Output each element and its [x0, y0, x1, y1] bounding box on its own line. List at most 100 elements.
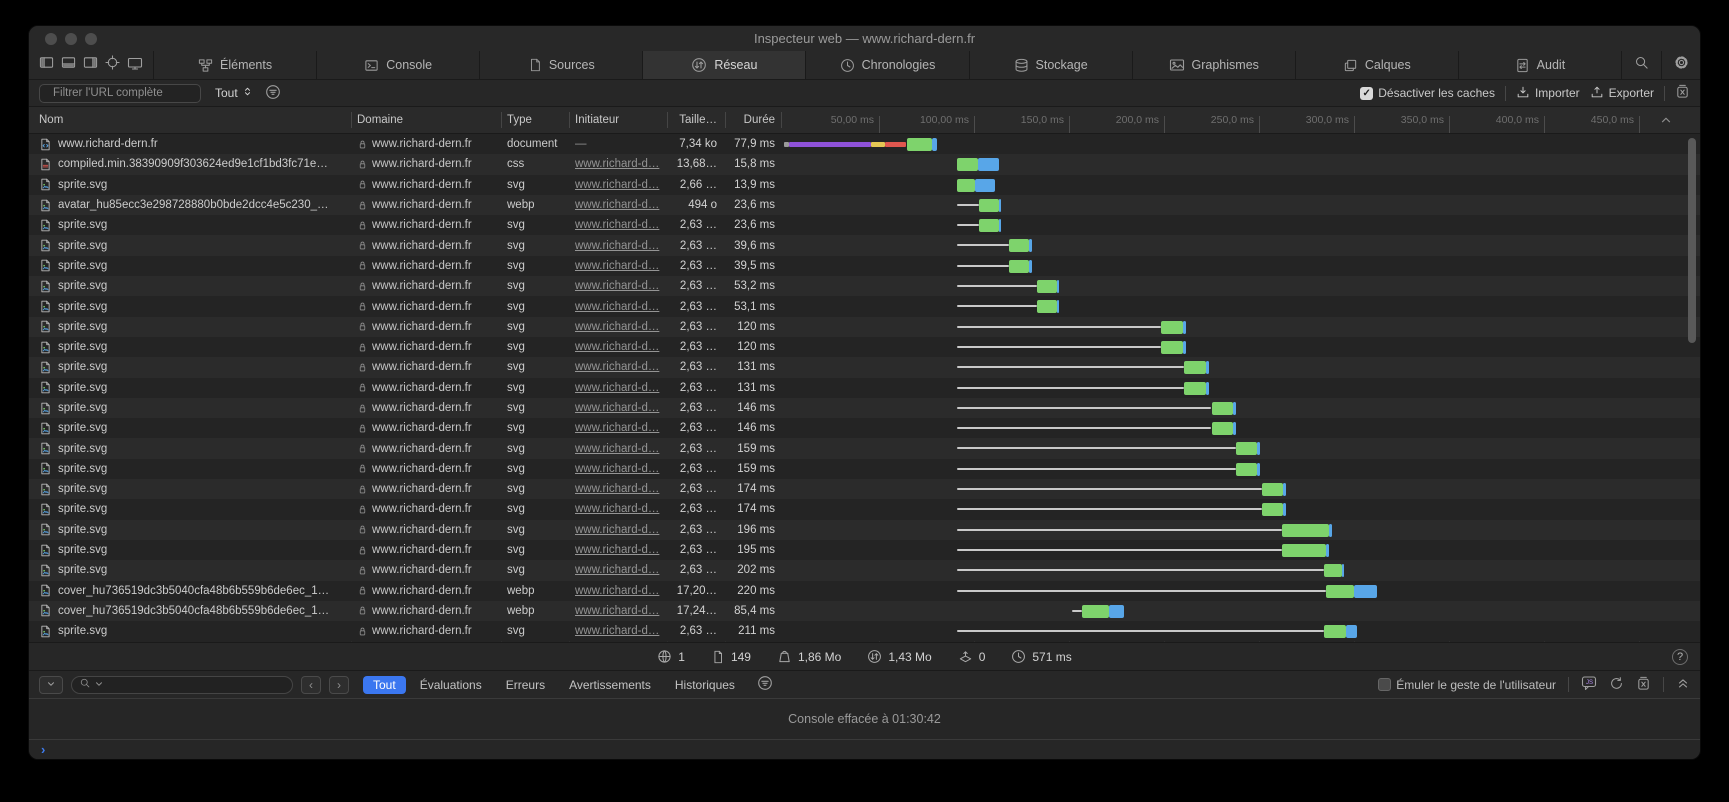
tab-network[interactable]: Réseau: [643, 51, 806, 79]
tab-graphics[interactable]: Graphismes: [1133, 51, 1296, 79]
emulate-user-gesture-checkbox[interactable]: [1378, 678, 1391, 691]
tab-audit[interactable]: Audit: [1459, 51, 1622, 79]
table-row[interactable]: sprite.svgwww.richard-dern.frsvgwww.rich…: [29, 479, 1700, 499]
initiator-link[interactable]: www.richard-d…: [575, 422, 659, 434]
initiator-link[interactable]: www.richard-d…: [575, 503, 659, 515]
table-row[interactable]: sprite.svgwww.richard-dern.frsvgwww.rich…: [29, 418, 1700, 438]
network-table-header: Nom Domaine Type Initiateur Taille… Duré…: [29, 107, 1700, 134]
table-row[interactable]: sprite.svgwww.richard-dern.frsvgwww.rich…: [29, 337, 1700, 357]
console-tab-evaluations[interactable]: Évaluations: [410, 676, 492, 694]
console-filter-options-button[interactable]: [757, 675, 773, 694]
initiator-link[interactable]: www.richard-d…: [575, 219, 659, 231]
initiator-link[interactable]: www.richard-d…: [575, 483, 659, 495]
element-picker-icon[interactable]: [105, 55, 120, 75]
device-icon[interactable]: [127, 55, 143, 76]
table-row[interactable]: sprite.svgwww.richard-dern.frsvgwww.rich…: [29, 560, 1700, 580]
globe-icon: [657, 649, 672, 664]
tab-layers[interactable]: Calques: [1296, 51, 1459, 79]
table-row[interactable]: cover_hu736519dc3b5040cfa48b6b559b6de6ec…: [29, 601, 1700, 621]
console-filter-button[interactable]: [39, 676, 63, 694]
next-result-button[interactable]: ›: [329, 676, 349, 694]
table-row[interactable]: sprite.svgwww.richard-dern.frsvgwww.rich…: [29, 175, 1700, 195]
console-tab-erreurs[interactable]: Erreurs: [496, 676, 555, 694]
dock-right-icon[interactable]: [83, 55, 98, 75]
initiator-link[interactable]: www.richard-d…: [575, 605, 659, 617]
console-tab-avertissements[interactable]: Avertissements: [559, 676, 661, 694]
table-row[interactable]: sprite.svgwww.richard-dern.frsvgwww.rich…: [29, 621, 1700, 641]
initiator-link[interactable]: www.richard-d…: [575, 524, 659, 536]
table-row[interactable]: sprite.svgwww.richard-dern.frsvgwww.rich…: [29, 438, 1700, 458]
export-button[interactable]: Exporter: [1590, 85, 1654, 102]
settings-button[interactable]: [1662, 51, 1700, 79]
table-row[interactable]: sprite.svgwww.richard-dern.frsvgwww.rich…: [29, 317, 1700, 337]
waterfall-cell: [781, 296, 1700, 316]
search-button[interactable]: [1622, 51, 1662, 79]
console-prompt[interactable]: ›: [29, 740, 1700, 759]
table-row[interactable]: compiled.min.38390909f303624ed9e1cf1bd3f…: [29, 154, 1700, 174]
table-row[interactable]: sprite.svgwww.richard-dern.frsvgwww.rich…: [29, 235, 1700, 255]
divider: [1568, 677, 1569, 692]
disable-caches-toggle[interactable]: ✓ Désactiver les caches: [1360, 86, 1495, 100]
previous-result-button[interactable]: ‹: [301, 676, 321, 694]
table-row[interactable]: sprite.svgwww.richard-dern.frsvgwww.rich…: [29, 215, 1700, 235]
initiator-link[interactable]: www.richard-d…: [575, 544, 659, 556]
vertical-scrollbar-thumb[interactable]: [1688, 138, 1696, 343]
table-row[interactable]: sprite.svgwww.richard-dern.frsvgwww.rich…: [29, 357, 1700, 377]
initiator-link[interactable]: www.richard-d…: [575, 564, 659, 576]
table-row[interactable]: sprite.svgwww.richard-dern.frsvgwww.rich…: [29, 459, 1700, 479]
collapse-console-button[interactable]: [1676, 676, 1690, 693]
table-row[interactable]: sprite.svgwww.richard-dern.frsvgwww.rich…: [29, 378, 1700, 398]
table-row[interactable]: sprite.svgwww.richard-dern.frsvgwww.rich…: [29, 520, 1700, 540]
initiator-link[interactable]: www.richard-d…: [575, 443, 659, 455]
import-button[interactable]: Importer: [1516, 85, 1580, 102]
tab-elements[interactable]: Éléments: [154, 51, 317, 79]
console-search-field[interactable]: [71, 676, 293, 694]
help-button[interactable]: ?: [1672, 649, 1688, 665]
table-row[interactable]: sprite.svgwww.richard-dern.frsvgwww.rich…: [29, 499, 1700, 519]
table-row[interactable]: cover_hu736519dc3b5040cfa48b6b559b6de6ec…: [29, 581, 1700, 601]
initiator-link[interactable]: www.richard-d…: [575, 382, 659, 394]
js-context-button[interactable]: JS: [1581, 675, 1597, 694]
resource-type-select[interactable]: Tout: [215, 86, 253, 100]
table-row[interactable]: sprite.svgwww.richard-dern.frsvgwww.rich…: [29, 276, 1700, 296]
console-tab-tout[interactable]: Tout: [363, 676, 406, 694]
initiator-link[interactable]: www.richard-d…: [575, 199, 659, 211]
initiator-link[interactable]: www.richard-d…: [575, 158, 659, 170]
table-row[interactable]: www.richard-dern.frwww.richard-dern.frdo…: [29, 134, 1700, 154]
initiator-link[interactable]: www.richard-d…: [575, 402, 659, 414]
table-row[interactable]: sprite.svgwww.richard-dern.frsvgwww.rich…: [29, 540, 1700, 560]
disable-caches-checkbox[interactable]: ✓: [1360, 87, 1373, 100]
console-tab-historiques[interactable]: Historiques: [665, 676, 745, 694]
clear-network-button[interactable]: [1675, 84, 1690, 102]
initiator-link[interactable]: www.richard-d…: [575, 301, 659, 313]
tab-sources[interactable]: Sources: [480, 51, 643, 79]
initiator-link[interactable]: www.richard-d…: [575, 321, 659, 333]
initiator-link[interactable]: www.richard-d…: [575, 361, 659, 373]
initiator-link[interactable]: www.richard-d…: [575, 625, 659, 637]
dock-left-icon[interactable]: [39, 55, 54, 75]
initiator-link[interactable]: www.richard-d…: [575, 240, 659, 252]
emulate-user-gesture-toggle[interactable]: Émuler le geste de l'utilisateur: [1378, 678, 1556, 692]
tab-console[interactable]: Console: [317, 51, 480, 79]
table-row[interactable]: sprite.svgwww.richard-dern.frsvgwww.rich…: [29, 398, 1700, 418]
url-filter-input[interactable]: [51, 86, 194, 100]
tab-timelines[interactable]: Chronologies: [806, 51, 969, 79]
tab-storage[interactable]: Stockage: [970, 51, 1133, 79]
table-row[interactable]: avatar_hu85ecc3e298728880b0bde2dcc4e5c23…: [29, 195, 1700, 215]
filter-options-button[interactable]: [265, 84, 281, 103]
collapse-waterfall-icon[interactable]: [1659, 113, 1673, 130]
domain-text: www.richard-dern.fr: [372, 605, 472, 617]
reload-button[interactable]: [1609, 676, 1624, 694]
initiator-link[interactable]: www.richard-d…: [575, 280, 659, 292]
table-row[interactable]: sprite.svgwww.richard-dern.frsvgwww.rich…: [29, 296, 1700, 316]
dock-bottom-icon[interactable]: [61, 55, 76, 75]
initiator-link[interactable]: www.richard-d…: [575, 341, 659, 353]
type-cell: css: [501, 154, 569, 174]
clear-console-button[interactable]: [1636, 676, 1651, 694]
table-row[interactable]: sprite.svgwww.richard-dern.frsvgwww.rich…: [29, 256, 1700, 276]
initiator-link[interactable]: www.richard-d…: [575, 463, 659, 475]
url-filter-field[interactable]: [39, 84, 201, 103]
initiator-link[interactable]: www.richard-d…: [575, 585, 659, 597]
initiator-link[interactable]: www.richard-d…: [575, 179, 659, 191]
initiator-link[interactable]: www.richard-d…: [575, 260, 659, 272]
